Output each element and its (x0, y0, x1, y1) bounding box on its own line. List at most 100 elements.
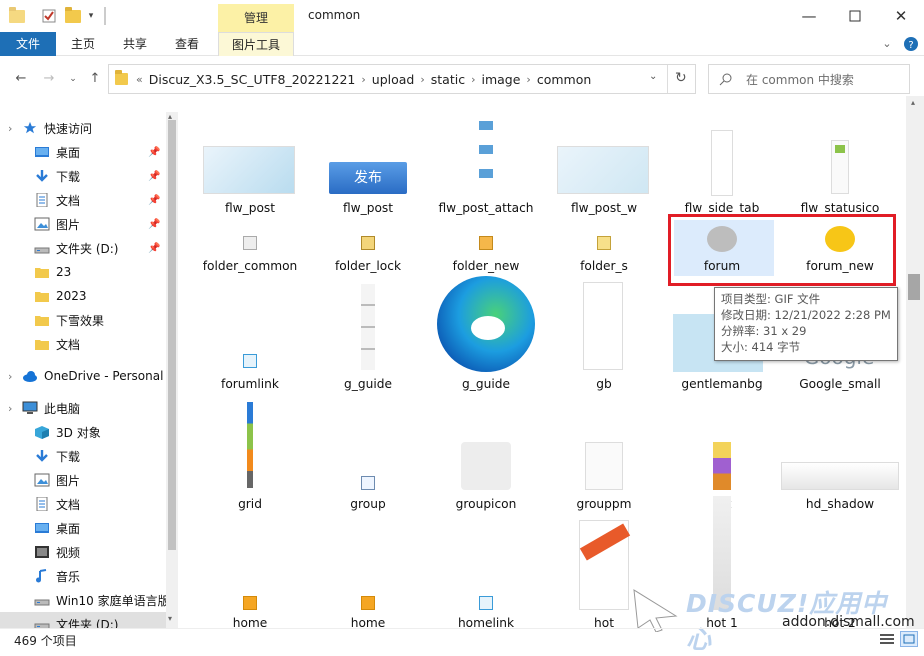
sidebar-item-label: Win10 家庭单语言版 (56, 593, 170, 608)
properties-checkbox-icon[interactable] (40, 7, 58, 25)
breadcrumb-static[interactable]: static (431, 72, 465, 87)
file-item[interactable]: GoogleGoogle_small (781, 96, 899, 626)
file-item[interactable]: 发布 flw_post (309, 96, 427, 626)
sidebar-item[interactable]: 桌面 📌 (34, 140, 178, 164)
sidebar-item[interactable]: 下载 📌 (34, 164, 178, 188)
minimize-button[interactable]: — (786, 0, 832, 32)
file-item[interactable]: folder_common (191, 96, 309, 626)
file-item[interactable]: flw_post (191, 96, 309, 626)
expand-chevron-icon[interactable]: › (8, 402, 12, 415)
file-item[interactable]: folder_lock (309, 96, 427, 626)
file-item[interactable]: gentlemanbg (663, 96, 781, 626)
large-icons-view-icon[interactable] (900, 631, 918, 647)
sidebar-scroll-thumb[interactable] (168, 120, 176, 550)
breadcrumb-image[interactable]: image (481, 72, 520, 87)
breadcrumb-upload[interactable]: upload (372, 72, 415, 87)
file-item[interactable]: groupicon (427, 96, 545, 626)
file-item[interactable]: gb (545, 96, 663, 626)
file-item[interactable]: home (191, 96, 309, 628)
recent-locations-chevron-icon[interactable]: ⌄ (64, 70, 82, 88)
refresh-icon[interactable]: ↻ (675, 70, 687, 86)
file-item[interactable]: g_guide (427, 96, 545, 626)
sidebar-item[interactable]: 2023 (34, 284, 178, 308)
scroll-up-icon[interactable]: ▴ (168, 112, 172, 121)
thumbnail-shape (471, 316, 505, 340)
address-dropdown-icon[interactable]: ⌄ (649, 71, 657, 82)
back-arrow-icon[interactable]: ← (12, 70, 30, 88)
close-button[interactable]: ✕ (878, 0, 924, 32)
sidebar-item-label: 文件夹 (D:) (56, 617, 119, 629)
file-item[interactable]: gst (663, 96, 781, 626)
help-icon[interactable]: ? (902, 32, 920, 56)
forward-arrow-icon[interactable]: → (40, 70, 58, 88)
file-item[interactable]: g_guide (309, 96, 427, 626)
sidebar-item[interactable]: 文档 (34, 332, 178, 356)
file-item[interactable]: hot 1 (663, 96, 781, 628)
thumbnail-shape (361, 476, 375, 490)
file-item[interactable]: forum_new (781, 96, 899, 626)
file-item[interactable]: folder_new (427, 96, 545, 626)
customize-quick-access-icon[interactable]: ▾ (86, 7, 96, 25)
sidebar-item[interactable]: 桌面 (34, 516, 178, 540)
scroll-down-icon[interactable]: ▾ (168, 614, 172, 623)
breadcrumb-common[interactable]: common (537, 72, 591, 87)
tab-view[interactable]: 查看 (166, 32, 208, 56)
file-item[interactable]: forumlink (191, 96, 309, 626)
file-item[interactable]: grid (191, 96, 309, 626)
context-tab-manage[interactable]: 管理 (218, 4, 294, 32)
file-item[interactable]: hot 2 (781, 96, 899, 628)
tab-file[interactable]: 文件 (0, 32, 56, 56)
chevron-down-icon[interactable]: ⌄ (878, 32, 896, 56)
search-input[interactable]: 在 common 中搜索 (708, 64, 910, 94)
document-icon (36, 193, 48, 207)
sidebar-item[interactable]: 下雪效果 (34, 308, 178, 332)
sidebar-item[interactable]: 文档 📌 (34, 188, 178, 212)
navigation-pane: › 快速访问 桌面 📌 下载 📌 文档 📌 图片 📌 文件夹 (D:) 📌 23 2023 下雪效果 文档 › O… (0, 112, 178, 628)
file-item[interactable]: flw_side_tab (663, 96, 781, 626)
sidebar-item[interactable]: 文件夹 (D:) (34, 612, 178, 628)
path-overflow[interactable]: « (136, 73, 143, 86)
file-item[interactable]: grouppm (545, 96, 663, 626)
sidebar-item[interactable]: 3D 对象 (34, 420, 178, 444)
file-list-scrollbar[interactable] (906, 96, 924, 628)
sidebar-item[interactable]: 音乐 (34, 564, 178, 588)
sidebar-item[interactable]: 文档 (34, 492, 178, 516)
details-view-icon[interactable] (880, 633, 894, 648)
thumbnail-shape (579, 523, 631, 561)
breadcrumb-discuz[interactable]: Discuz_X3.5_SC_UTF8_20221221 (149, 72, 356, 87)
sidebar-item[interactable]: › 此电脑 (8, 396, 178, 420)
file-item[interactable]: homelink (427, 96, 545, 628)
file-list-scroll-thumb[interactable] (908, 274, 920, 300)
sidebar-item[interactable]: 图片 📌 (34, 212, 178, 236)
file-item[interactable]: hot (545, 96, 663, 628)
tab-picture-tools[interactable]: 图片工具 (218, 32, 294, 56)
sidebar-item[interactable]: Win10 家庭单语言版 (34, 588, 178, 612)
new-folder-icon[interactable] (64, 6, 82, 25)
file-item[interactable]: flw_post_w (545, 96, 663, 626)
scroll-up-icon[interactable]: ▴ (911, 98, 915, 107)
sidebar-item[interactable]: 下载 (34, 444, 178, 468)
sidebar-item[interactable]: › 快速访问 (8, 116, 178, 140)
expand-chevron-icon[interactable]: › (8, 370, 12, 383)
thumbnail-shape (479, 106, 493, 192)
file-item[interactable]: home (309, 96, 427, 628)
maximize-button[interactable] (832, 0, 878, 32)
file-item[interactable]: group (309, 96, 427, 626)
up-arrow-icon[interactable]: ↑ (86, 70, 104, 88)
address-bar[interactable]: « Discuz_X3.5_SC_UTF8_20221221 › upload › … (108, 64, 696, 94)
sidebar-item[interactable]: 23 (34, 260, 178, 284)
file-item[interactable]: folder_s (545, 96, 663, 626)
sidebar-item[interactable]: 文件夹 (D:) 📌 (34, 236, 178, 260)
file-item[interactable]: flw_post_attach (427, 96, 545, 626)
tab-home[interactable]: 主页 (62, 32, 104, 56)
sidebar-item[interactable]: 图片 (34, 468, 178, 492)
tab-share[interactable]: 共享 (114, 32, 156, 56)
file-item[interactable]: hd_shadow (781, 96, 899, 626)
sidebar-item[interactable]: › OneDrive - Personal (8, 364, 178, 388)
file-item[interactable]: flw_statusico (781, 96, 899, 626)
file-item[interactable]: forum (663, 96, 781, 626)
sidebar-item[interactable]: 视频 (34, 540, 178, 564)
quick-access-folder-icon[interactable] (8, 6, 26, 25)
file-name: folder_s (580, 259, 628, 273)
expand-chevron-icon[interactable]: › (8, 122, 12, 135)
